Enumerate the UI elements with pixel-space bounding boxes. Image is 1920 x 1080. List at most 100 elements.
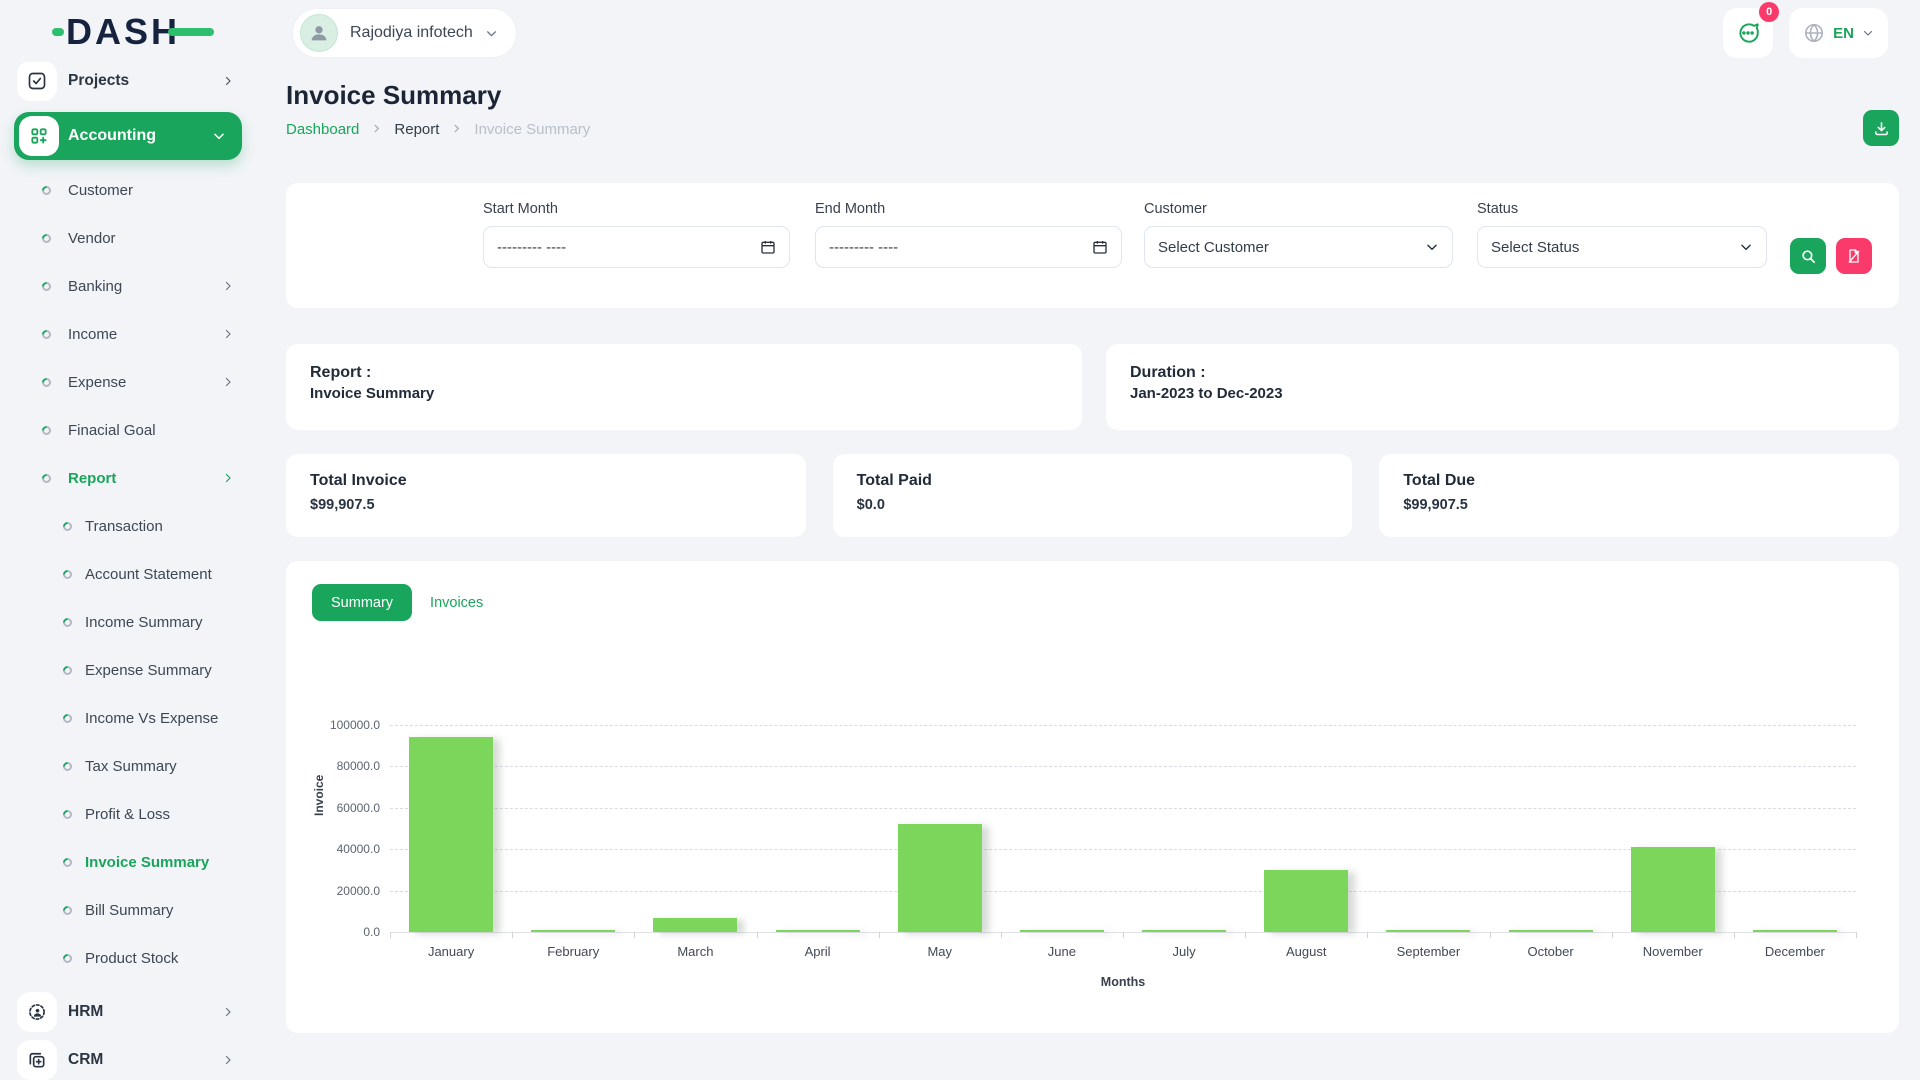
stat-value: $0.0 xyxy=(857,497,1329,513)
bar-may[interactable] xyxy=(898,824,982,932)
status-label: Status xyxy=(1477,201,1767,217)
x-axis-tick xyxy=(1367,932,1368,938)
sidebar-item-label: Invoice Summary xyxy=(85,854,209,871)
breadcrumb-dashboard[interactable]: Dashboard xyxy=(286,121,359,138)
bullet-icon xyxy=(40,376,53,389)
sidebar-item-product-stock[interactable]: Product Stock xyxy=(0,934,262,982)
x-axis-tick xyxy=(1856,932,1857,938)
customer-select[interactable]: Select Customer xyxy=(1144,226,1453,268)
sidebar-item-tax-summary[interactable]: Tax Summary xyxy=(0,742,262,790)
search-icon xyxy=(1800,248,1817,265)
bar-december[interactable] xyxy=(1753,930,1837,932)
sidebar-item-crm[interactable]: CRM xyxy=(0,1036,262,1080)
tab-invoices[interactable]: Invoices xyxy=(430,595,483,611)
breadcrumb-separator xyxy=(451,122,462,137)
chart-card: Summary Invoices Invoice 0.020000.040000… xyxy=(286,561,1899,1033)
dash-logo: DASH xyxy=(66,12,180,52)
bar-july[interactable] xyxy=(1142,930,1226,932)
sidebar-item-bill-summary[interactable]: Bill Summary xyxy=(0,886,262,934)
status-select[interactable]: Select Status xyxy=(1477,226,1767,268)
sidebar-item-expense-summary[interactable]: Expense Summary xyxy=(0,646,262,694)
bar-february[interactable] xyxy=(531,930,615,932)
bullet-icon xyxy=(61,616,74,629)
x-axis-tick xyxy=(1490,932,1491,938)
sidebar-item-label: Product Stock xyxy=(85,950,178,967)
sidebar-item-label: Profit & Loss xyxy=(85,806,170,823)
chevron-down-icon xyxy=(485,27,498,40)
sidebar-item-income-summary[interactable]: Income Summary xyxy=(0,598,262,646)
sidebar-item-account-statement[interactable]: Account Statement xyxy=(0,550,262,598)
bullet-icon xyxy=(61,856,74,869)
end-month-input[interactable]: --------- ---- xyxy=(815,226,1122,268)
download-button[interactable] xyxy=(1863,110,1899,146)
x-tick-label-november: November xyxy=(1612,944,1734,959)
avatar xyxy=(300,14,338,52)
x-axis-tick xyxy=(1245,932,1246,938)
bar-september[interactable] xyxy=(1386,930,1470,932)
x-tick-label-december: December xyxy=(1734,944,1856,959)
sidebar-item-label: Transaction xyxy=(85,518,163,535)
chat-icon xyxy=(1735,20,1761,46)
x-axis-tick xyxy=(1123,932,1124,938)
start-month-input[interactable]: --------- ---- xyxy=(483,226,790,268)
x-tick-label-july: July xyxy=(1123,944,1245,959)
tab-summary[interactable]: Summary xyxy=(312,584,412,621)
stat-label: Total Invoice xyxy=(310,472,782,490)
messages-button[interactable]: 0 xyxy=(1723,8,1773,58)
breadcrumb-invoice-summary: Invoice Summary xyxy=(474,121,590,138)
sidebar-item-income[interactable]: Income xyxy=(0,310,262,358)
gridline xyxy=(390,725,1856,726)
sidebar-item-label: Bill Summary xyxy=(85,902,173,919)
sidebar-item-invoice-summary[interactable]: Invoice Summary xyxy=(0,838,262,886)
bar-august[interactable] xyxy=(1264,870,1348,932)
search-button[interactable] xyxy=(1790,238,1826,274)
breadcrumb-report[interactable]: Report xyxy=(394,121,439,138)
sidebar-item-report[interactable]: Report xyxy=(0,454,262,502)
sidebar-item-accounting[interactable]: Accounting xyxy=(14,112,242,160)
bullet-icon xyxy=(40,232,53,245)
x-axis-tick xyxy=(512,932,513,938)
bar-january[interactable] xyxy=(409,737,493,932)
sidebar-item-projects[interactable]: Projects xyxy=(0,57,262,105)
gridline xyxy=(390,808,1856,809)
bullet-icon xyxy=(40,184,53,197)
sidebar-item-expense[interactable]: Expense xyxy=(0,358,262,406)
calendar-icon xyxy=(1092,239,1108,255)
bullet-icon xyxy=(61,568,74,581)
language-selector[interactable]: EN xyxy=(1789,8,1888,58)
total-paid-card: Total Paid $0.0 xyxy=(833,454,1353,537)
chart-tabs: Summary Invoices xyxy=(312,584,483,621)
start-month-label: Start Month xyxy=(483,201,790,217)
bar-june[interactable] xyxy=(1020,930,1104,932)
sidebar-item-income-vs-expense[interactable]: Income Vs Expense xyxy=(0,694,262,742)
messages-badge: 0 xyxy=(1759,2,1779,22)
report-card: Report : Invoice Summary xyxy=(286,344,1082,430)
bar-april[interactable] xyxy=(776,930,860,932)
sidebar-item-finacial-goal[interactable]: Finacial Goal xyxy=(0,406,262,454)
calendar-icon xyxy=(760,239,776,255)
start-month-field: Start Month --------- ---- xyxy=(483,201,790,268)
sidebar-item-banking[interactable]: Banking xyxy=(0,262,262,310)
company-selector[interactable]: Rajodiya infotech xyxy=(292,8,517,58)
sidebar-item-customer[interactable]: Customer xyxy=(0,166,262,214)
sidebar-item-hrm[interactable]: HRM xyxy=(0,988,262,1036)
sidebar-item-transaction[interactable]: Transaction xyxy=(0,502,262,550)
y-tick-label: 100000.0 xyxy=(290,718,380,732)
duration-value: Jan-2023 to Dec-2023 xyxy=(1130,385,1875,402)
sidebar-item-label: Tax Summary xyxy=(85,758,177,775)
chevron-right-icon xyxy=(222,328,234,340)
stat-label: Total Due xyxy=(1403,472,1875,490)
status-field: Status Select Status xyxy=(1477,201,1767,268)
breadcrumb-separator xyxy=(371,122,382,137)
bullet-icon xyxy=(61,760,74,773)
user-focus-icon xyxy=(17,992,57,1032)
bar-march[interactable] xyxy=(653,918,737,932)
reset-filter-button[interactable] xyxy=(1836,238,1872,274)
bar-october[interactable] xyxy=(1509,930,1593,932)
sidebar-item-profit-loss[interactable]: Profit & Loss xyxy=(0,790,262,838)
y-tick-label: 20000.0 xyxy=(290,884,380,898)
chevron-right-icon xyxy=(222,280,234,292)
bar-november[interactable] xyxy=(1631,847,1715,932)
sidebar-item-vendor[interactable]: Vendor xyxy=(0,214,262,262)
duration-label: Duration : xyxy=(1130,364,1875,382)
